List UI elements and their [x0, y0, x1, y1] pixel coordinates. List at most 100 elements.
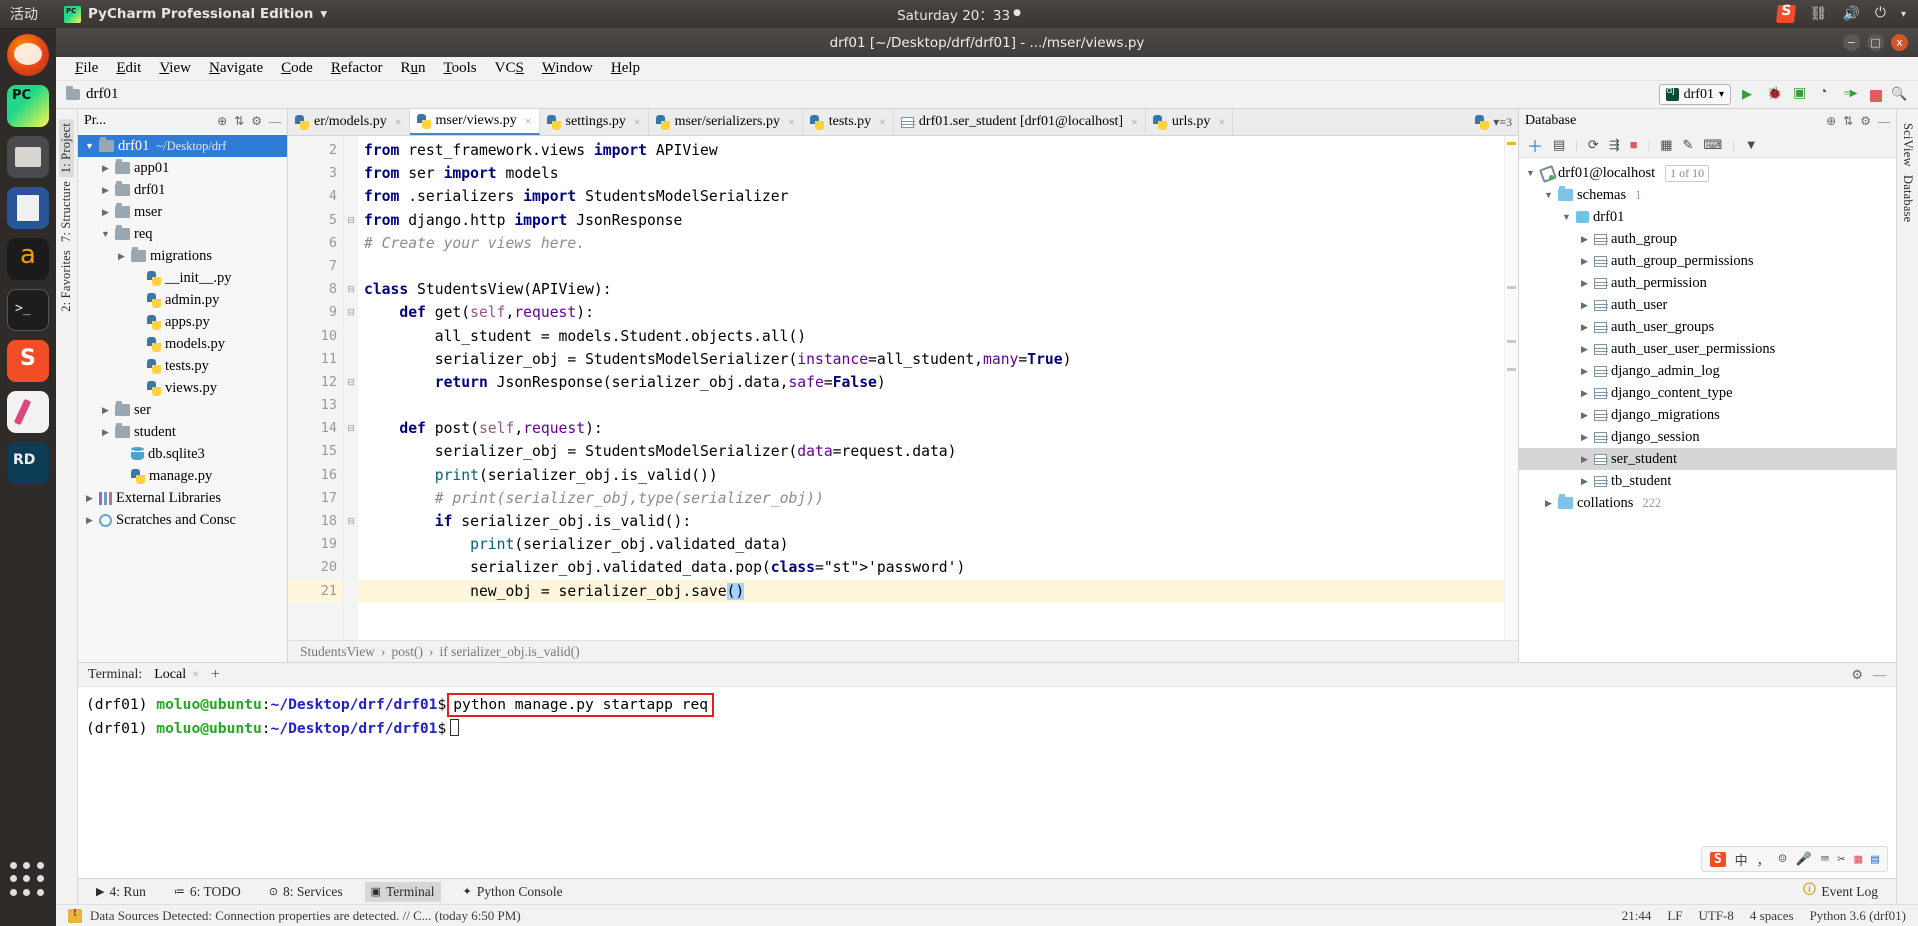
fold-toggle-icon[interactable]: ⊟ [344, 417, 358, 440]
database-tree-item[interactable]: ▶ auth_user [1519, 294, 1896, 316]
run-with-console-button[interactable] [1844, 86, 1861, 103]
power-icon[interactable]: ⏻ [1875, 6, 1886, 22]
fold-toggle-icon[interactable]: ⊟ [344, 371, 358, 394]
project-tree-item[interactable]: ▶ ser [78, 399, 287, 421]
copy-icon[interactable]: ▤ [1553, 137, 1565, 153]
chevron-right-icon[interactable]: ▶ [1579, 410, 1590, 421]
chevron-right-icon[interactable]: ▶ [1579, 476, 1590, 487]
code-line[interactable]: serializer_obj = StudentsModelSerializer… [358, 440, 1518, 463]
code-line[interactable]: from .serializers import StudentsModelSe… [358, 185, 1518, 208]
tool-window-button-todo[interactable]: ≔ 6: TODO [168, 882, 247, 902]
chevron-right-icon[interactable]: ▶ [1579, 344, 1590, 355]
database-tree-item[interactable]: ▶ collations 222 [1519, 492, 1896, 514]
status-item[interactable]: 21:44 [1622, 908, 1652, 924]
breadcrumb-project[interactable]: drf01 [86, 86, 119, 103]
menu-item-edit[interactable]: Edit [107, 59, 150, 78]
maximize-button[interactable]: □ [1867, 34, 1884, 51]
status-item[interactable]: 4 spaces [1750, 908, 1794, 924]
rail-item-favorites[interactable]: 2: Favorites [59, 246, 74, 316]
editor-tab[interactable]: tests.py × [803, 109, 894, 135]
code-line[interactable]: # Create your views here. [358, 232, 1518, 255]
project-tree-item[interactable]: tests.py [78, 355, 287, 377]
ime-lang-toggle[interactable]: 中 [1735, 850, 1748, 869]
project-tree-item[interactable]: ▼ req [78, 223, 287, 245]
dock-writer-icon[interactable] [7, 187, 49, 229]
breadcrumb-item[interactable]: StudentsView [300, 644, 375, 660]
run-configuration-selector[interactable]: drf01 ▾ [1658, 84, 1731, 105]
chevron-right-icon[interactable]: ▶ [1579, 454, 1590, 465]
fold-toggle-icon[interactable]: ⊟ [344, 510, 358, 533]
tool-window-button-terminal[interactable]: ▣ Terminal [364, 881, 441, 902]
collapse-all-icon[interactable]: ⇅ [1843, 114, 1853, 129]
database-tree-item[interactable]: ▼ drf01@localhost 1 of 10 [1519, 162, 1896, 184]
project-tree[interactable]: ▼ drf01 ~/Desktop/drf ▶ app01 ▶ drf01 ▶ mser ▼ req… [78, 133, 287, 662]
menu-item-vcs[interactable]: VCS [486, 59, 533, 78]
new-terminal-tab-button[interactable]: + [211, 666, 220, 684]
menu-item-view[interactable]: View [150, 59, 200, 78]
database-tree-item[interactable]: ▶ django_session [1519, 426, 1896, 448]
project-tree-item[interactable]: ▶ External Libraries [78, 487, 287, 509]
close-button[interactable]: x [1891, 34, 1908, 51]
dock-pycharm-icon[interactable] [7, 85, 49, 127]
chevron-right-icon[interactable]: ▶ [1579, 256, 1590, 267]
menu-item-tools[interactable]: Tools [434, 59, 485, 78]
hide-icon[interactable]: — [269, 114, 281, 129]
close-icon[interactable]: × [879, 115, 886, 130]
editor-tab[interactable]: urls.py × [1146, 109, 1234, 135]
close-icon[interactable]: × [525, 114, 532, 129]
ime-tools-icon[interactable]: ✂ [1838, 852, 1846, 867]
sogou-input-icon[interactable] [1775, 5, 1796, 23]
chevron-down-icon[interactable]: ▼ [1561, 212, 1572, 222]
chevron-right-icon[interactable]: ▶ [100, 163, 111, 174]
project-tree-item[interactable]: ▶ mser [78, 201, 287, 223]
close-icon[interactable]: × [1218, 115, 1225, 130]
ime-voice-icon[interactable]: 🎤 [1796, 852, 1812, 867]
tool-window-button-run[interactable]: ▶ 4: Run [90, 882, 152, 902]
chevron-right-icon[interactable]: ▶ [84, 493, 95, 504]
settings-gear-icon[interactable]: ⚙ [1860, 114, 1871, 129]
editor-tabs-overflow[interactable]: ▾≡3 [1469, 109, 1518, 135]
chevron-down-icon[interactable]: ▼ [84, 141, 95, 151]
dock-paint-icon[interactable] [7, 391, 49, 433]
code-line[interactable]: from rest_framework.views import APIView [358, 139, 1518, 162]
tool-window-button-python-console[interactable]: ✦ Python Console [457, 882, 569, 902]
chevron-down-icon[interactable]: ▼ [1525, 168, 1536, 178]
database-tree-item[interactable]: ▶ auth_permission [1519, 272, 1896, 294]
project-tree-item[interactable]: ▶ drf01 [78, 179, 287, 201]
chevron-right-icon[interactable]: ▶ [100, 405, 111, 416]
filter-icon[interactable]: ▼ [1745, 137, 1758, 153]
terminal-output[interactable]: S 中 ， ☺ 🎤 ⌨ ✂ ▦ ▤ (drf01) moluo@ubuntu:~… [78, 687, 1896, 878]
editor-tab[interactable]: er/models.py × [288, 109, 410, 135]
project-tree-item[interactable]: ▶ student [78, 421, 287, 443]
stop-icon[interactable]: ■ [1630, 137, 1638, 153]
database-tree-item[interactable]: ▶ django_migrations [1519, 404, 1896, 426]
locate-icon[interactable]: ⊕ [1826, 114, 1836, 129]
database-tree-item[interactable]: ▶ ser_student [1519, 448, 1896, 470]
fold-toggle-icon[interactable]: ⊟ [344, 209, 358, 232]
code-line[interactable]: class StudentsView(APIView): [358, 278, 1518, 301]
close-icon[interactable]: × [192, 667, 199, 682]
code-folding-gutter[interactable]: ⊟ ⊟ ⊟ ⊟ ⊟ ⊟ [344, 136, 358, 640]
menu-item-refactor[interactable]: Refactor [322, 59, 392, 78]
collapse-all-icon[interactable]: ⇅ [234, 114, 244, 129]
fold-toggle-icon[interactable]: ⊟ [344, 301, 358, 324]
editor-tab[interactable]: mser/serializers.py × [649, 109, 803, 135]
terminal-tab-local[interactable]: Local × [154, 667, 199, 683]
code-line[interactable] [358, 394, 1518, 417]
database-tree-item[interactable]: ▶ auth_user_user_permissions [1519, 338, 1896, 360]
code-line[interactable]: serializer_obj.validated_data.pop(class=… [358, 556, 1518, 579]
chevron-right-icon[interactable]: ▶ [1543, 498, 1554, 509]
code-text[interactable]: from rest_framework.views import APIView… [358, 136, 1518, 640]
project-tree-item[interactable]: ▶ app01 [78, 157, 287, 179]
debug-button[interactable] [1766, 86, 1783, 103]
project-tree-item[interactable]: db.sqlite3 [78, 443, 287, 465]
project-tree-item[interactable]: __init__.py [78, 267, 287, 289]
menu-item-help[interactable]: Help [602, 59, 649, 78]
chevron-right-icon[interactable]: ▶ [1579, 322, 1590, 333]
rail-item-sciview[interactable]: SciView [1900, 119, 1915, 171]
table-editor-icon[interactable]: ▦ [1660, 137, 1672, 153]
database-tree-item[interactable]: ▶ auth_group [1519, 228, 1896, 250]
code-line[interactable]: from django.http import JsonResponse [358, 209, 1518, 232]
chevron-down-icon[interactable]: ▾ [1901, 9, 1906, 20]
ime-menu-icon[interactable]: ▤ [1871, 852, 1879, 867]
